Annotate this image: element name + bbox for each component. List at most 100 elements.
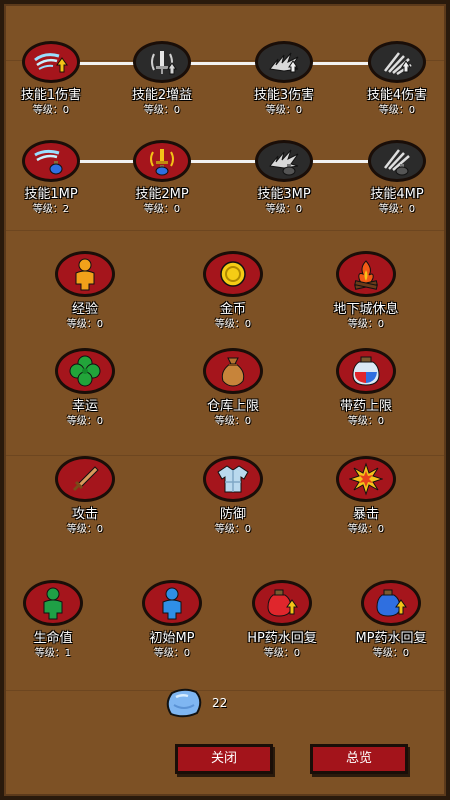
skill-1-mp-button[interactable] <box>22 140 80 182</box>
attr-level: 等级：0 <box>347 416 385 427</box>
skill-3-damage[interactable]: 技能3伤害 等级：0 <box>224 41 344 117</box>
attr-name: 幸运 <box>71 399 98 414</box>
skill-2-mp-button[interactable] <box>133 140 191 182</box>
attr-name: MP药水回复 <box>355 631 427 646</box>
blue-gem-icon <box>166 688 202 718</box>
attr-name: 仓库上限 <box>206 399 259 414</box>
defense-button[interactable] <box>203 456 263 502</box>
attr-level: 等级：1 <box>34 648 72 659</box>
skill-4-damage-button[interactable] <box>368 41 426 83</box>
green-person-icon <box>43 587 63 620</box>
attr-name: 生命值 <box>33 631 73 646</box>
campfire-icon <box>354 260 378 290</box>
experience-button[interactable] <box>55 251 115 297</box>
spiky-potion-icon <box>269 149 299 176</box>
mp-potion-up-icon <box>376 589 407 617</box>
skill-level: 等级：0 <box>143 204 181 215</box>
attr-mp-potion-recovery[interactable]: MP药水回复 等级：0 <box>331 580 450 660</box>
attr-level: 等级：0 <box>372 648 410 659</box>
attr-name: 防御 <box>219 507 246 522</box>
skill-level: 等级：0 <box>265 105 303 116</box>
armor-icon <box>217 465 249 493</box>
attr-name: 暴击 <box>352 507 379 522</box>
skill-name: 技能1MP <box>24 187 78 202</box>
attr-defense[interactable]: 防御 等级：0 <box>173 456 293 536</box>
wind-slash-up-icon <box>34 53 68 73</box>
skill-4-mp[interactable]: 技能4MP 等级：0 <box>337 140 450 216</box>
potion-jar-icon <box>352 356 380 386</box>
attr-attack[interactable]: 攻击 等级：0 <box>25 456 145 536</box>
attr-name: 攻击 <box>71 507 98 522</box>
attr-storage-limit[interactable]: 仓库上限 等级：0 <box>173 348 293 428</box>
claw-potion-icon <box>384 149 410 176</box>
attr-name: 带药上限 <box>339 399 392 414</box>
skill-name: 技能3伤害 <box>253 88 315 103</box>
attr-name: HP药水回复 <box>247 631 317 646</box>
attr-level: 等级：0 <box>214 319 252 330</box>
wood-grain <box>6 230 444 231</box>
dungeon-rest-button[interactable] <box>336 251 396 297</box>
attr-critical[interactable]: 暴击 等级：0 <box>306 456 426 536</box>
initial-mp-button[interactable] <box>142 580 202 626</box>
critical-button[interactable] <box>336 456 396 502</box>
attr-name: 初始MP <box>149 631 195 646</box>
luck-button[interactable] <box>55 348 115 394</box>
skill-3-mp[interactable]: 技能3MP 等级：0 <box>224 140 344 216</box>
attr-level: 等级：0 <box>347 524 385 535</box>
attr-level: 等级：0 <box>214 416 252 427</box>
attr-gold[interactable]: 金币 等级：0 <box>173 251 293 331</box>
attr-initial-mp[interactable]: 初始MP 等级：0 <box>112 580 232 660</box>
skill-4-damage[interactable]: 技能4伤害 等级：0 <box>337 41 450 117</box>
attr-level: 等级：0 <box>66 524 104 535</box>
overview-button[interactable]: 总览 <box>310 744 408 774</box>
gem-currency <box>164 687 204 719</box>
gold-button[interactable] <box>203 251 263 297</box>
attr-level: 等级：0 <box>214 524 252 535</box>
attr-name: 地下城休息 <box>333 302 399 317</box>
attr-dungeon-rest[interactable]: 地下城休息 等级：0 <box>306 251 426 331</box>
attack-button[interactable] <box>55 456 115 502</box>
blue-person-icon <box>162 587 182 620</box>
sack-icon <box>221 357 245 387</box>
skill-level: 等级：0 <box>32 105 70 116</box>
attr-name: 经验 <box>71 302 98 317</box>
hp-potion-recovery-button[interactable] <box>252 580 312 626</box>
attr-level: 等级：0 <box>153 648 191 659</box>
sword-potion-icon <box>150 149 174 176</box>
sword-buff-icon <box>151 51 177 75</box>
gold-coin-icon <box>220 261 246 287</box>
storage-limit-button[interactable] <box>203 348 263 394</box>
attr-level: 等级：0 <box>66 319 104 330</box>
spiky-burst-icon <box>269 52 299 73</box>
skill-2-mp[interactable]: 技能2MP 等级：0 <box>102 140 222 216</box>
skill-1-damage-button[interactable] <box>22 41 80 83</box>
close-button[interactable]: 关闭 <box>175 744 273 774</box>
skill-name: 技能4MP <box>370 187 424 202</box>
wood-grain <box>6 690 444 691</box>
attr-hp-potion-recovery[interactable]: HP药水回复 等级：0 <box>222 580 342 660</box>
skill-1-damage[interactable]: 技能1伤害 等级：0 <box>0 41 111 117</box>
skill-3-damage-button[interactable] <box>255 41 313 83</box>
clover-icon <box>69 355 101 387</box>
skill-level: 等级：0 <box>378 204 416 215</box>
hp-button[interactable] <box>23 580 83 626</box>
skill-name: 技能3MP <box>257 187 311 202</box>
skill-level: 等级：0 <box>265 204 303 215</box>
skill-name: 技能4伤害 <box>366 88 428 103</box>
attr-potion-limit[interactable]: 带药上限 等级：0 <box>306 348 426 428</box>
skill-2-buff-button[interactable] <box>133 41 191 83</box>
skill-4-mp-button[interactable] <box>368 140 426 182</box>
skill-1-mp[interactable]: 技能1MP 等级：2 <box>0 140 111 216</box>
attr-level: 等级：0 <box>66 416 104 427</box>
potion-limit-button[interactable] <box>336 348 396 394</box>
attr-experience[interactable]: 经验 等级：0 <box>25 251 145 331</box>
sword-icon <box>72 466 99 492</box>
skill-3-mp-button[interactable] <box>255 140 313 182</box>
hp-potion-up-icon <box>267 589 298 617</box>
attr-hp[interactable]: 生命值 等级：1 <box>0 580 113 660</box>
mp-potion-recovery-button[interactable] <box>361 580 421 626</box>
gem-count: 22 <box>212 696 228 710</box>
skill-2-buff[interactable]: 技能2增益 等级：0 <box>102 41 222 117</box>
skill-name: 技能2增益 <box>131 88 193 103</box>
attr-luck[interactable]: 幸运 等级：0 <box>25 348 145 428</box>
